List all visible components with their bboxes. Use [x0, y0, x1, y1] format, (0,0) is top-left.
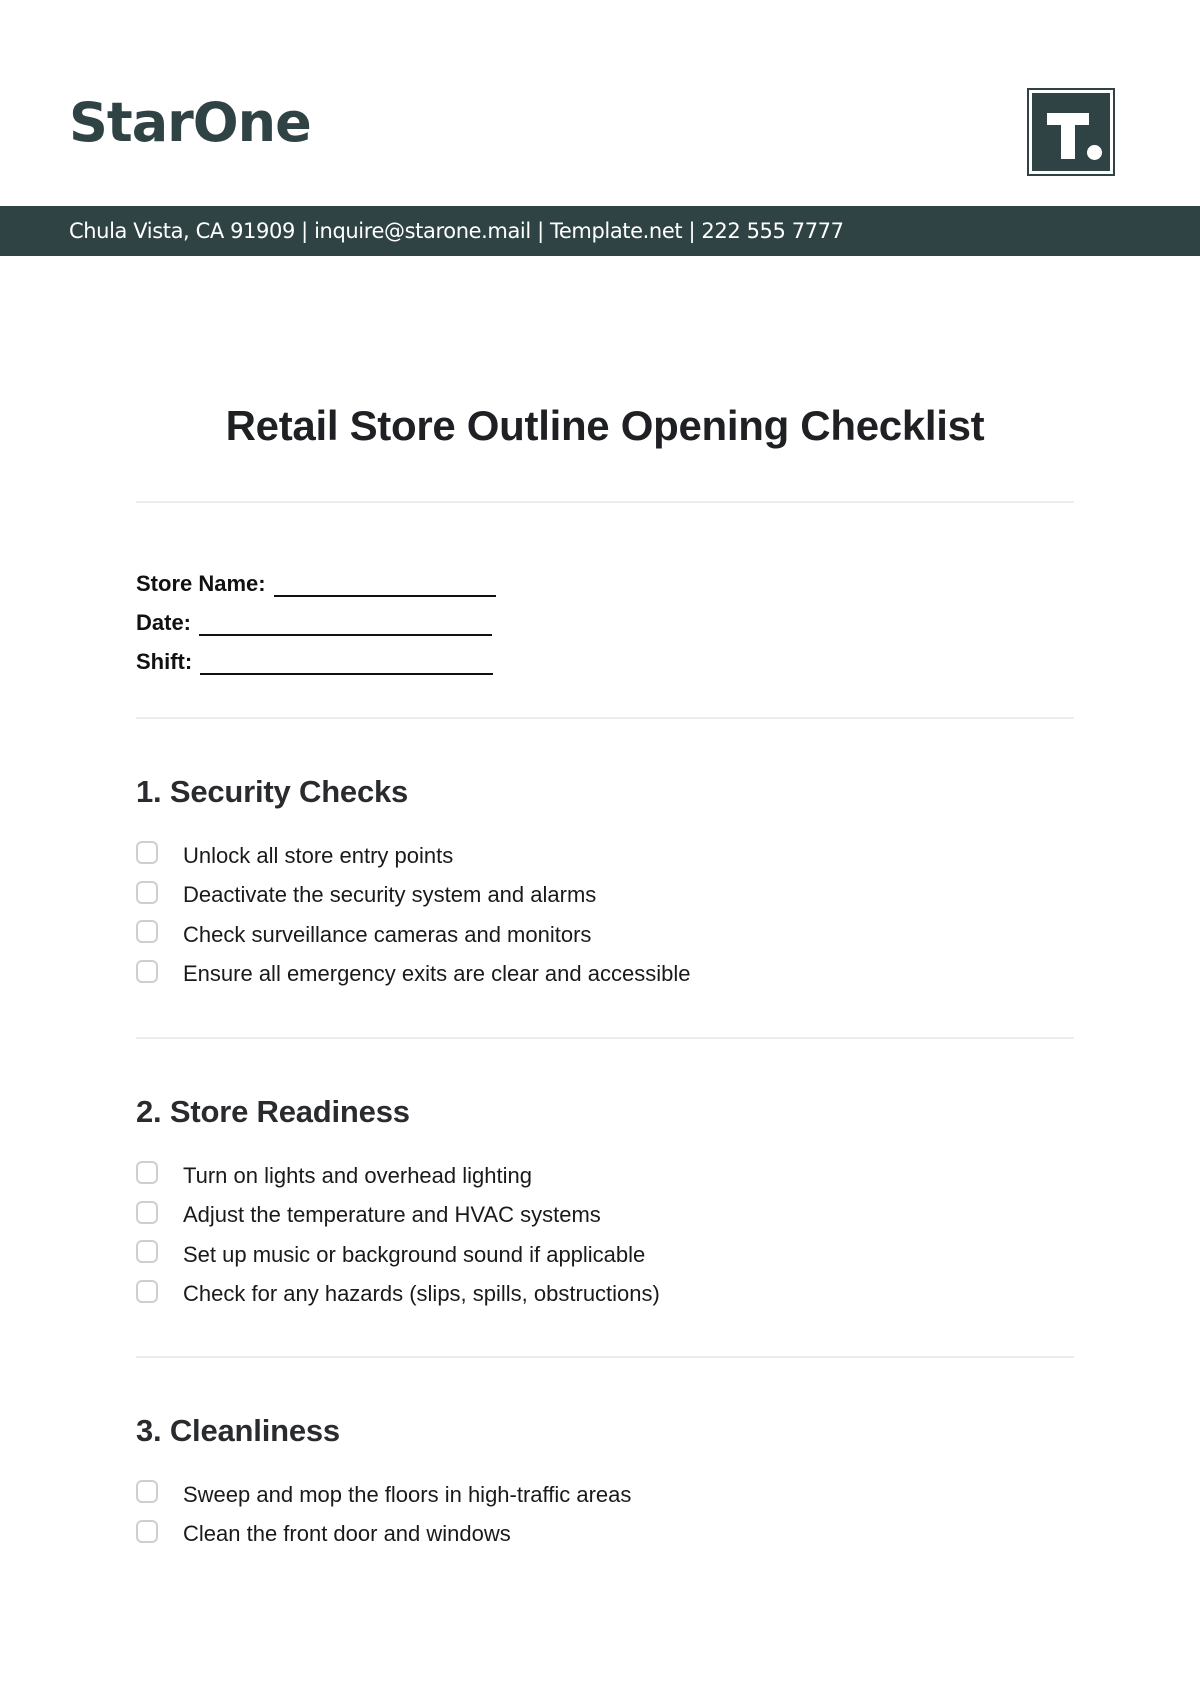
checklist-item[interactable]: Set up music or background sound if appl…: [136, 1235, 660, 1275]
divider: [136, 1356, 1074, 1358]
divider: [136, 717, 1074, 719]
section-heading: 1. Security Checks: [136, 774, 409, 809]
checklist-item-label: Check for any hazards (slips, spills, ob…: [183, 1281, 660, 1307]
checkbox[interactable]: [136, 1200, 158, 1224]
checkbox[interactable]: [136, 920, 158, 944]
template-logo: [1027, 88, 1115, 176]
checklist-item[interactable]: Turn on lights and overhead lighting: [136, 1156, 660, 1196]
store-name-label: Store Name:: [136, 571, 266, 596]
contact-bar: Chula Vista, CA 91909 | inquire@starone.…: [0, 206, 1200, 256]
contact-info: Chula Vista, CA 91909 | inquire@starone.…: [69, 219, 844, 243]
date-field[interactable]: Date:: [136, 597, 496, 636]
form-fields: Store Name: Date: Shift:: [136, 558, 496, 675]
logo-t-icon: [1032, 93, 1110, 171]
checklist-item[interactable]: Check for any hazards (slips, spills, ob…: [136, 1275, 660, 1315]
checkbox[interactable]: [136, 1240, 158, 1264]
checklist-item[interactable]: Check surveillance cameras and monitors: [136, 915, 690, 955]
checklist-item[interactable]: Unlock all store entry points: [136, 836, 690, 876]
brand-name: StarOne: [69, 91, 312, 154]
document-title: Retail Store Outline Opening Checklist: [225, 402, 985, 449]
checklist: Turn on lights and overhead lighting Adj…: [136, 1156, 660, 1314]
checklist: Unlock all store entry points Deactivate…: [136, 836, 690, 994]
date-label: Date:: [136, 610, 192, 635]
checklist-item[interactable]: Adjust the temperature and HVAC systems: [136, 1196, 660, 1236]
section-heading: 2. Store Readiness: [136, 1094, 410, 1129]
checklist-item-label: Check surveillance cameras and monitors: [183, 921, 592, 947]
checklist-item-label: Sweep and mop the floors in high-traffic…: [183, 1481, 632, 1507]
checklist-item[interactable]: Clean the front door and windows: [136, 1515, 631, 1555]
checklist-item[interactable]: Deactivate the security system and alarm…: [136, 876, 690, 916]
section-security-checks: 1. Security Checks Unlock all store entr…: [136, 774, 690, 994]
shift-field[interactable]: Shift:: [136, 636, 496, 675]
checklist-item-label: Set up music or background sound if appl…: [183, 1241, 646, 1267]
checklist-item[interactable]: Sweep and mop the floors in high-traffic…: [136, 1475, 631, 1515]
checkbox[interactable]: [136, 841, 158, 865]
checklist-item-label: Ensure all emergency exits are clear and…: [183, 961, 691, 987]
checklist-item-label: Deactivate the security system and alarm…: [183, 882, 597, 908]
section-cleanliness: 3. Cleanliness Sweep and mop the floors …: [136, 1413, 631, 1554]
store-name-field[interactable]: Store Name:: [136, 558, 496, 597]
checklist: Sweep and mop the floors in high-traffic…: [136, 1475, 631, 1554]
shift-input-line[interactable]: [200, 653, 494, 675]
date-input-line[interactable]: [199, 614, 493, 636]
checkbox[interactable]: [136, 1279, 158, 1303]
checkbox[interactable]: [136, 959, 158, 983]
checklist-item-label: Turn on lights and overhead lighting: [183, 1162, 532, 1188]
checklist-item-label: Unlock all store entry points: [183, 842, 454, 868]
checkbox[interactable]: [136, 1480, 158, 1504]
divider: [136, 501, 1074, 503]
section-store-readiness: 2. Store Readiness Turn on lights and ov…: [136, 1094, 660, 1314]
store-name-input-line[interactable]: [273, 575, 496, 597]
shift-label: Shift:: [136, 649, 193, 674]
divider: [136, 1037, 1074, 1039]
checklist-item-label: Clean the front door and windows: [183, 1521, 511, 1547]
checklist-item[interactable]: Ensure all emergency exits are clear and…: [136, 955, 690, 995]
checklist-item-label: Adjust the temperature and HVAC systems: [183, 1202, 601, 1228]
checkbox[interactable]: [136, 880, 158, 904]
section-heading: 3. Cleanliness: [136, 1413, 340, 1448]
checkbox[interactable]: [136, 1519, 158, 1543]
checkbox[interactable]: [136, 1161, 158, 1185]
